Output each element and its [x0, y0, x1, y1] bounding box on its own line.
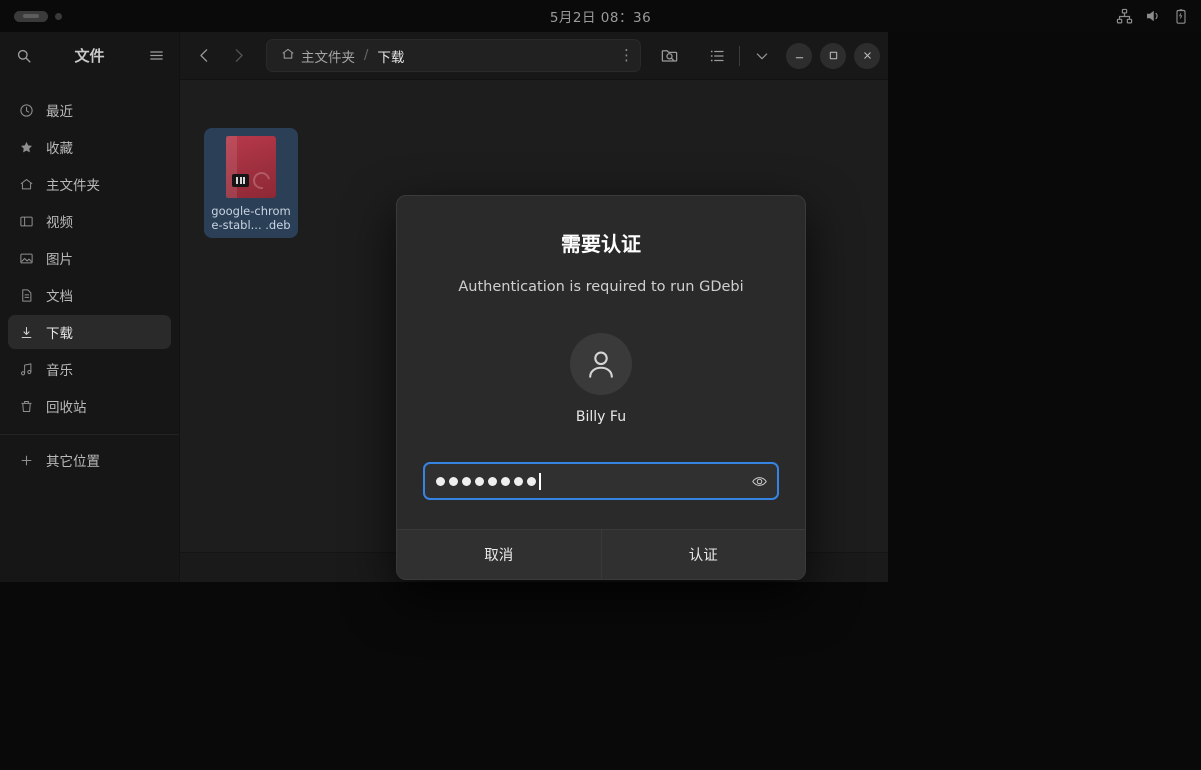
chevron-down-icon[interactable] — [746, 40, 778, 72]
trash-icon — [18, 398, 34, 414]
sidebar-item-music[interactable]: 音乐 — [8, 352, 171, 386]
desktop: 5月2日 08：36 — [0, 0, 1201, 770]
document-icon — [18, 287, 34, 303]
navigation-toolbar: 主文件夹 / 下载 ⋮ — [180, 32, 888, 80]
file-item-label: google-chrome-stabl... .deb — [208, 204, 294, 232]
sidebar-label-music: 音乐 — [46, 359, 73, 379]
minimize-button[interactable] — [786, 43, 812, 69]
gnome-top-bar: 5月2日 08：36 — [0, 0, 1201, 32]
volume-icon — [1144, 7, 1162, 25]
sidebar-label-downloads: 下载 — [46, 322, 73, 342]
maximize-button[interactable] — [820, 43, 846, 69]
sidebar-item-trash[interactable]: 回收站 — [8, 389, 171, 423]
sidebar-label-documents: 文档 — [46, 285, 73, 305]
clock[interactable]: 5月2日 08：36 — [0, 0, 1201, 32]
search-icon[interactable] — [8, 41, 38, 71]
download-icon — [18, 324, 34, 340]
user-avatar-icon — [570, 333, 632, 395]
clock-icon — [18, 102, 34, 118]
app-title: 文件 — [38, 45, 141, 66]
sidebar-item-other-locations[interactable]: 其它位置 — [8, 443, 171, 477]
cancel-button[interactable]: 取消 — [397, 530, 601, 579]
network-icon — [1116, 8, 1133, 25]
vertical-dots-icon[interactable]: ⋮ — [619, 48, 634, 63]
sidebar: 最近 收藏 主文件夹 视频 — [0, 80, 180, 582]
sidebar-label-pictures: 图片 — [46, 248, 73, 268]
sidebar-label-videos: 视频 — [46, 211, 73, 231]
auth-dialog-body: 需要认证 Authentication is required to run G… — [397, 196, 805, 501]
sidebar-header: 文件 — [0, 32, 180, 80]
back-button[interactable] — [188, 40, 220, 72]
file-manager-headerbar: 文件 — [0, 32, 888, 80]
close-button[interactable] — [854, 43, 880, 69]
star-icon — [18, 139, 34, 155]
auth-dialog-actions: 取消 认证 — [397, 529, 805, 579]
sidebar-item-documents[interactable]: 文档 — [8, 278, 171, 312]
sidebar-label-trash: 回收站 — [46, 396, 87, 416]
password-input[interactable] — [423, 462, 779, 500]
home-icon — [18, 176, 34, 192]
sidebar-label-starred: 收藏 — [46, 137, 73, 157]
battery-icon — [1173, 8, 1189, 25]
password-field-wrapper — [423, 462, 779, 500]
image-icon — [18, 250, 34, 266]
auth-dialog-title: 需要认证 — [561, 228, 641, 257]
video-icon — [18, 213, 34, 229]
toolbar-divider — [739, 46, 740, 66]
sidebar-label-other-locations: 其它位置 — [46, 450, 100, 470]
music-icon — [18, 361, 34, 377]
hamburger-menu-icon[interactable] — [141, 41, 171, 71]
plus-icon — [18, 452, 34, 468]
authentication-dialog: 需要认证 Authentication is required to run G… — [396, 195, 806, 580]
auth-dialog-subtitle: Authentication is required to run GDebi — [458, 279, 743, 295]
sidebar-item-videos[interactable]: 视频 — [8, 204, 171, 238]
list-view-icon[interactable] — [701, 40, 733, 72]
breadcrumb[interactable]: 主文件夹 / 下载 ⋮ — [266, 39, 641, 72]
sidebar-item-pictures[interactable]: 图片 — [8, 241, 171, 275]
forward-button[interactable] — [222, 40, 254, 72]
system-status-area[interactable] — [1116, 0, 1189, 32]
folder-search-icon[interactable] — [653, 40, 685, 72]
auth-username: Billy Fu — [576, 409, 626, 425]
authenticate-button[interactable]: 认证 — [601, 530, 806, 579]
breadcrumb-item-home[interactable]: 主文件夹 — [273, 42, 363, 69]
eye-icon[interactable] — [749, 471, 769, 491]
sidebar-item-downloads[interactable]: 下载 — [8, 315, 171, 349]
deb-package-icon — [226, 136, 276, 198]
breadcrumb-label-home: 主文件夹 — [301, 46, 355, 66]
sidebar-divider — [0, 434, 179, 435]
breadcrumb-label-downloads: 下载 — [377, 46, 404, 66]
home-icon — [281, 47, 295, 65]
sidebar-label-home: 主文件夹 — [46, 174, 100, 194]
file-item-deb-package[interactable]: google-chrome-stabl... .deb — [204, 128, 298, 238]
sidebar-label-recent: 最近 — [46, 100, 73, 120]
sidebar-item-home[interactable]: 主文件夹 — [8, 167, 171, 201]
text-cursor — [539, 473, 541, 490]
sidebar-item-recent[interactable]: 最近 — [8, 93, 171, 127]
breadcrumb-item-downloads[interactable]: 下载 — [369, 42, 412, 69]
sidebar-item-starred[interactable]: 收藏 — [8, 130, 171, 164]
password-masked-dots — [436, 477, 536, 486]
